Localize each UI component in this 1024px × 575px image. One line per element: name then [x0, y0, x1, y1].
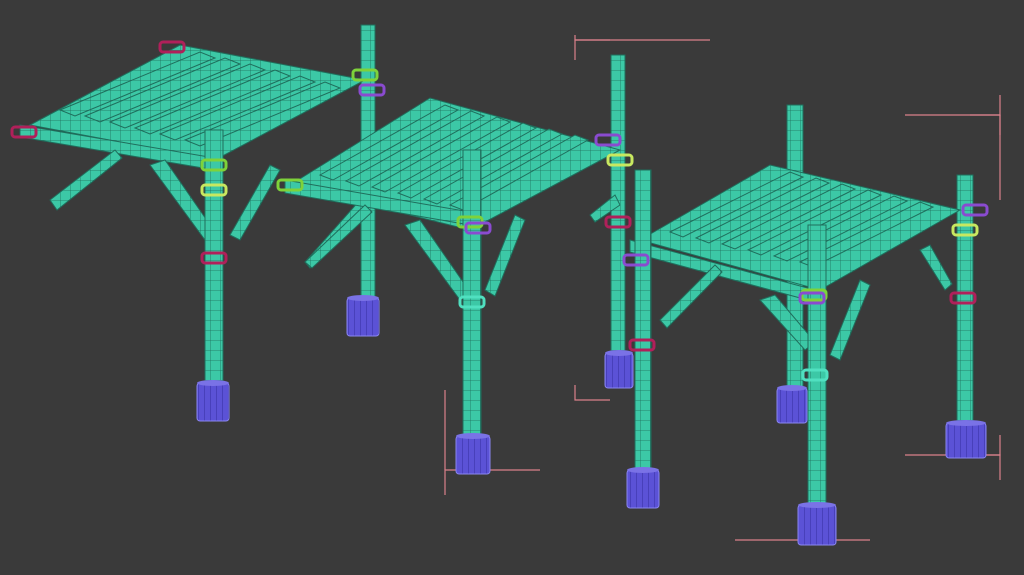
- brace-left: [49, 149, 123, 211]
- selection-bracket: [960, 454, 1001, 480]
- brace-diag-right: [229, 164, 281, 241]
- post-front: [204, 129, 224, 386]
- post-foot-top: [798, 502, 836, 508]
- selection-bracket: [905, 95, 1001, 116]
- post-foot-top: [347, 295, 379, 301]
- post-foot-top: [605, 350, 633, 356]
- platform-right: [622, 95, 1001, 546]
- post-foot-top: [197, 380, 229, 386]
- selection-bracket: [574, 35, 710, 41]
- brace-diag-right: [829, 279, 871, 361]
- selection-bracket: [574, 39, 610, 60]
- selection-bracket: [574, 385, 610, 401]
- post-foot-top: [777, 385, 807, 391]
- brace-diag-left: [404, 219, 471, 301]
- post-foot: [626, 469, 660, 509]
- post-foot-top: [946, 420, 986, 426]
- 3d-viewport[interactable]: [0, 0, 1024, 575]
- brace-left: [659, 264, 723, 329]
- post-foot: [455, 435, 491, 475]
- post-foot: [945, 422, 987, 459]
- post-foot-top: [627, 467, 659, 473]
- post-front-right: [807, 224, 827, 511]
- post-foot: [346, 297, 380, 337]
- brace-back: [919, 244, 953, 291]
- post-foot: [196, 382, 230, 422]
- post-foot: [776, 387, 808, 424]
- post-front-left: [634, 169, 652, 476]
- post-foot-top: [456, 433, 490, 439]
- post-foot: [797, 504, 837, 546]
- viewport-scene: [10, 24, 1001, 546]
- platform-left: [10, 24, 386, 422]
- post-front: [462, 149, 482, 441]
- post-foot: [604, 352, 634, 389]
- selection-bracket: [970, 114, 1001, 135]
